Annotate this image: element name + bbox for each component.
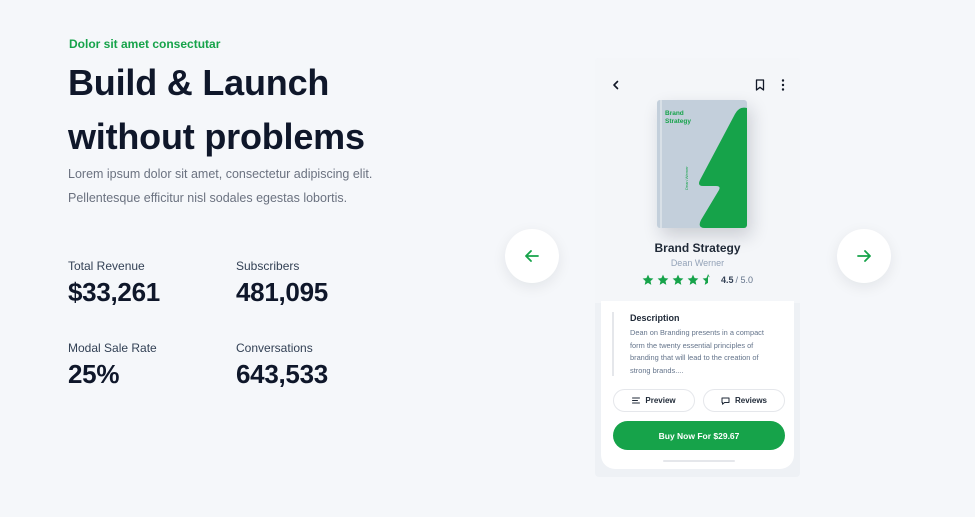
description-accent-bar bbox=[612, 312, 614, 376]
stat-subscribers: Subscribers 481,095 bbox=[236, 259, 328, 308]
phone-mockup: Brand Strategy Dean Werner Brand Strateg… bbox=[595, 58, 800, 477]
description-title: Description bbox=[630, 313, 680, 323]
bookmark-button[interactable] bbox=[753, 78, 767, 92]
book-author: Dean Werner bbox=[670, 258, 725, 268]
stat-label: Conversations bbox=[236, 341, 313, 355]
stat-label: Modal Sale Rate bbox=[68, 341, 157, 355]
hero-description: Lorem ipsum dolor sit amet, consectetur … bbox=[68, 162, 408, 210]
stat-conversations: Conversations 643,533 bbox=[236, 341, 328, 390]
bookmark-icon bbox=[755, 79, 765, 91]
preview-label: Preview bbox=[645, 396, 676, 405]
star-icon bbox=[687, 274, 699, 285]
star-icon bbox=[642, 274, 654, 285]
home-indicator bbox=[663, 460, 735, 462]
headline-line-2: without problems bbox=[68, 116, 365, 157]
book-cover-logo bbox=[699, 107, 747, 228]
back-button[interactable] bbox=[609, 78, 623, 92]
carousel-prev-button[interactable] bbox=[505, 229, 559, 283]
rating-score: 4.5 bbox=[721, 275, 734, 285]
stat-total-revenue: Total Revenue $33,261 bbox=[68, 259, 160, 308]
hero-headline: Build & Launch without problems bbox=[68, 56, 365, 164]
rating-max: / 5.0 bbox=[735, 275, 754, 285]
book-title: Brand Strategy bbox=[654, 241, 741, 255]
list-icon bbox=[632, 397, 641, 404]
arrow-left-icon bbox=[525, 250, 539, 262]
reviews-label: Reviews bbox=[734, 396, 768, 405]
book-cover-author: Dean Werner bbox=[684, 166, 689, 190]
stat-value: $33,261 bbox=[68, 277, 160, 307]
stat-label: Total Revenue bbox=[68, 259, 145, 273]
stat-value: 643,533 bbox=[236, 359, 328, 389]
more-vertical-icon bbox=[781, 79, 785, 91]
chevron-left-icon bbox=[613, 80, 619, 90]
rating-row: 4.5 / 5.0 bbox=[642, 274, 753, 286]
description-line-2: Pellentesque efficitur nisl sodales eges… bbox=[68, 191, 348, 205]
book-cover: Brand Strategy Dean Werner bbox=[657, 100, 747, 228]
arrow-right-icon bbox=[857, 250, 871, 262]
description-line-1: Lorem ipsum dolor sit amet, consectetur … bbox=[68, 167, 373, 181]
stat-modal-sale-rate: Modal Sale Rate 25% bbox=[68, 341, 157, 390]
more-button[interactable] bbox=[776, 78, 790, 92]
stat-value: 25% bbox=[68, 359, 120, 389]
description-text: Dean on Branding presents in a compact f… bbox=[630, 328, 764, 375]
comment-icon bbox=[721, 397, 730, 405]
preview-button[interactable]: Preview bbox=[613, 389, 695, 412]
buy-now-button[interactable]: Buy Now For $29.67 bbox=[613, 421, 785, 450]
star-icon bbox=[672, 274, 684, 285]
stat-value: 481,095 bbox=[236, 277, 328, 307]
stat-label: Subscribers bbox=[236, 259, 300, 273]
star-icon bbox=[657, 274, 669, 285]
reviews-button[interactable]: Reviews bbox=[703, 389, 785, 412]
star-half-icon bbox=[702, 274, 710, 285]
carousel-next-button[interactable] bbox=[837, 229, 891, 283]
eyebrow-text: Dolor sit amet consectutar bbox=[69, 37, 221, 51]
headline-line-1: Build & Launch bbox=[68, 62, 330, 103]
